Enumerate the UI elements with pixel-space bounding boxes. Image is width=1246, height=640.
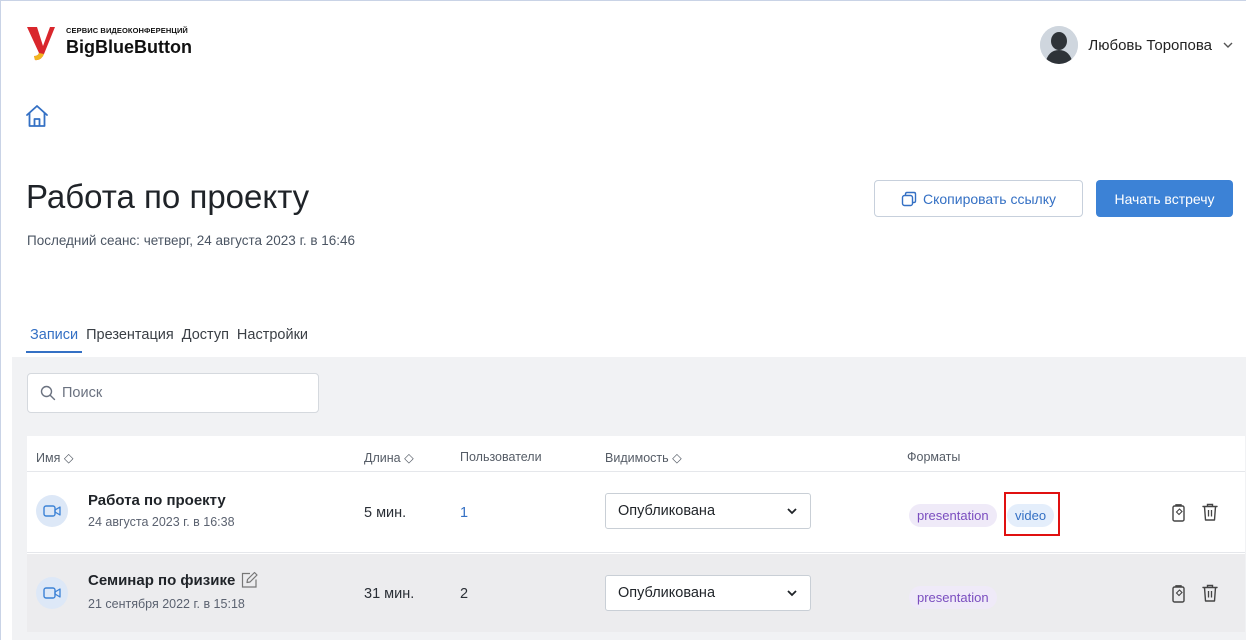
table-row: Семинар по физике 21 сентября 2022 г. в … [27,554,1245,632]
copy-link-label: Скопировать ссылку [922,190,1057,207]
video-camera-icon [43,587,61,599]
recording-icon-wrap [36,495,68,527]
copy-link-button[interactable]: Скопировать ссылку [874,180,1083,217]
video-camera-icon [43,505,61,517]
edit-pencil-icon[interactable] [239,570,259,590]
recording-users: 2 [460,586,469,602]
user-name: Любовь Торопова [1088,36,1212,54]
recording-name-text: Работа по проекту [88,492,226,509]
recording-name-text: Семинар по физике [88,571,236,589]
recording-icon-wrap [36,577,68,609]
search-icon [40,385,56,401]
room-tabs: Записи Презентация Доступ Настройки [26,325,312,353]
recording-name[interactable]: Работа по проекту [88,492,226,509]
home-icon[interactable] [24,103,50,129]
tab-access[interactable]: Доступ [178,325,233,353]
search-placeholder: Поиск [62,385,103,401]
visibility-select[interactable]: Опубликована [605,575,811,611]
header-visibility[interactable]: Видимость ◇ [605,450,682,465]
last-session-text: Последний сеанс: четверг, 24 августа 202… [27,233,356,248]
trash-icon[interactable] [1200,502,1220,522]
logo[interactable]: СЕРВИС ВИДЕОКОНФЕРЕНЦИЙ BigBlueButton [26,24,192,62]
chevron-down-icon [1223,42,1233,48]
logo-mark-icon [27,27,55,61]
highlight-box [1004,492,1060,536]
recording-date: 21 сентября 2022 г. в 15:18 [88,597,245,611]
copy-icon [901,191,917,206]
table-row: Работа по проекту 24 августа 2023 г. в 1… [27,473,1245,553]
tab-recordings[interactable]: Записи [26,325,83,353]
header-users: Пользователи [460,450,542,464]
user-menu[interactable]: Любовь Торопова [1040,26,1234,64]
format-presentation-badge[interactable]: presentation [909,586,997,609]
search-input[interactable]: Поиск [27,373,319,413]
trash-icon[interactable] [1200,583,1220,603]
chevron-down-icon [787,590,797,597]
header-formats: Форматы [907,450,961,464]
chevron-down-icon [787,508,797,515]
copy-recording-icon[interactable] [1169,503,1189,523]
visibility-value: Опубликована [618,503,716,519]
page-title: Работа по проекту [26,178,310,215]
format-presentation-badge[interactable]: presentation [909,504,997,527]
start-meeting-button[interactable]: Начать встречу [1096,180,1233,217]
avatar [1040,26,1079,64]
recording-name[interactable]: Семинар по физике [88,570,259,590]
visibility-value: Опубликована [618,585,716,601]
recording-users: 1 [460,505,469,521]
tab-presentation[interactable]: Презентация [82,325,178,353]
tab-settings[interactable]: Настройки [233,325,312,353]
logo-title: BigBlueButton [66,37,192,57]
recording-length: 31 мин. [364,586,415,602]
visibility-select[interactable]: Опубликована [605,493,811,529]
user-avatar-icon [1040,26,1079,64]
start-meeting-label: Начать встречу [1114,190,1215,207]
recording-date: 24 августа 2023 г. в 16:38 [88,515,235,529]
header-name[interactable]: Имя ◇ [36,450,73,465]
recording-length: 5 мин. [364,505,407,521]
recordings-table: Имя ◇ Длина ◇ Пользователи Видимость ◇ Ф… [27,436,1245,632]
header-length[interactable]: Длина ◇ [364,450,414,465]
table-header: Имя ◇ Длина ◇ Пользователи Видимость ◇ Ф… [27,436,1245,472]
logo-subtitle: СЕРВИС ВИДЕОКОНФЕРЕНЦИЙ [66,26,188,35]
copy-recording-icon[interactable] [1169,584,1189,604]
